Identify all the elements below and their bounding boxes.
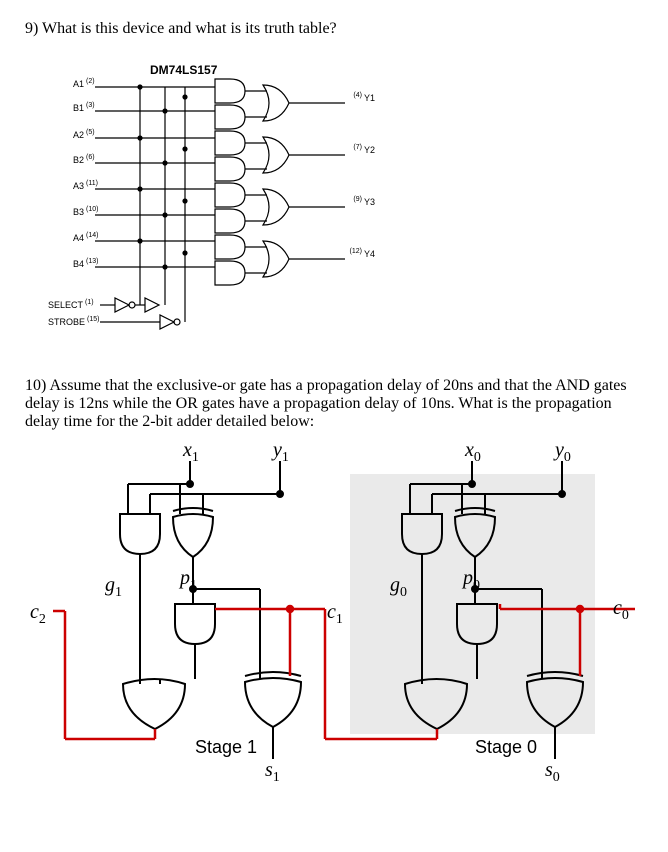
label-c2: c2: [30, 601, 46, 628]
pin-b3: B3(10): [73, 207, 100, 217]
mux-schematic: A1(2) B1(3) A2(5) B2(6) A3(11) B3(10) A4…: [45, 77, 385, 357]
pin-y1: (4)Y1: [351, 93, 375, 103]
label-x0: x0: [465, 439, 481, 466]
pin-y4: (12)Y4: [348, 249, 375, 259]
pin-strobe: STROBE(15): [48, 317, 101, 327]
label-c0: c0: [613, 597, 629, 624]
q9-number: 9): [25, 20, 38, 37]
pin-b2: B2(6): [73, 155, 97, 165]
label-y0: y0: [555, 439, 571, 466]
pin-y3: (9)Y3: [351, 197, 375, 207]
label-g0: g0: [390, 574, 407, 601]
label-p0: p0: [463, 567, 480, 594]
label-x1: x1: [183, 439, 199, 466]
label-s0: s0: [545, 759, 560, 786]
label-g1: g1: [105, 574, 122, 601]
question-9: 9) What is this device and what is its t…: [25, 20, 643, 38]
pin-b1: B1(3): [73, 103, 97, 113]
label-c1: c1: [327, 601, 343, 628]
q9-text: What is this device and what is its trut…: [42, 20, 337, 37]
q10-text: Assume that the exclusive-or gate has a …: [25, 377, 627, 430]
label-y1: y1: [273, 439, 289, 466]
pin-a1: A1(2): [73, 79, 97, 89]
pin-b4: B4(13): [73, 259, 100, 269]
label-stage1: Stage 1: [195, 737, 257, 758]
pin-a2: A2(5): [73, 130, 97, 140]
question-10: 10) Assume that the exclusive-or gate ha…: [25, 377, 643, 431]
chip-part-number: DM74LS157: [150, 63, 643, 77]
pin-y2: (7)Y2: [351, 145, 375, 155]
pin-a4: A4(14): [73, 233, 100, 243]
label-stage0: Stage 0: [475, 737, 537, 758]
q10-number: 10): [25, 377, 46, 394]
pin-a3: A3(11): [73, 181, 100, 191]
label-p1: p1: [180, 567, 197, 594]
pin-select: SELECT(1): [48, 300, 96, 310]
label-s1: s1: [265, 759, 280, 786]
adder-schematic: x1 y1 x0 y0 g1 p1 g0 p0 c2 c1 c0 Stage 1…: [25, 439, 645, 779]
